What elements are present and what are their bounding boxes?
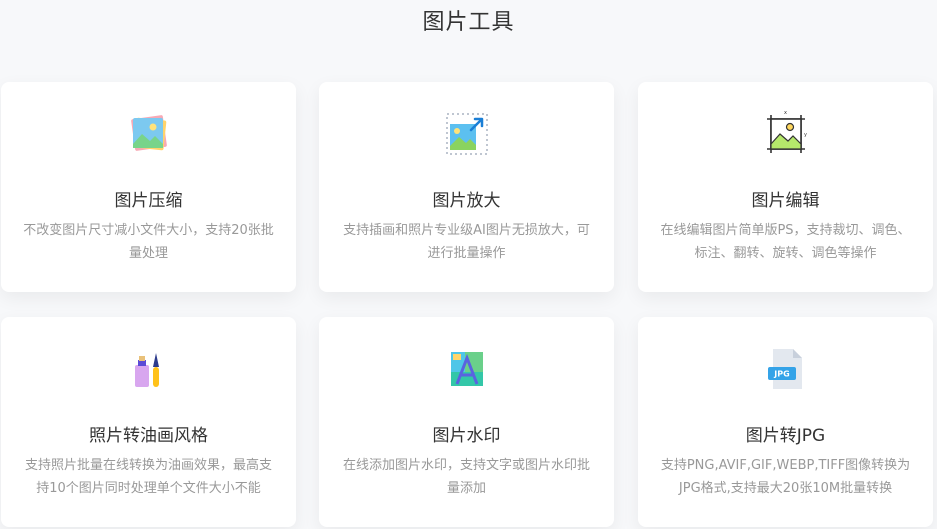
tool-title: 照片转油画风格 xyxy=(89,426,208,446)
tool-description: 支持照片批量在线转换为油画效果，最高支持10个图片同时处理单个文件大小不能 xyxy=(24,458,272,496)
tool-description: 支持PNG,AVIF,GIF,WEBP,TIFF图像转换为JPG格式,支持最大2… xyxy=(660,458,911,496)
tool-description: 在线编辑图片简单版PS，支持裁切、调色、标注、翻转、旋转、调色等操作 xyxy=(660,223,911,261)
jpg-file-icon: JPG xyxy=(767,349,802,389)
tool-description: 不改变图片尺寸减小文件大小，支持20张批量处理 xyxy=(23,223,274,261)
tool-card-image-edit[interactable]: x y 图片编辑 在线编辑图片简单版PS，支持裁切、调色、标注、翻转、旋转、调色… xyxy=(638,82,933,292)
image-enlarge-icon xyxy=(445,113,488,155)
jpg-badge-text: JPG xyxy=(773,370,789,379)
page-title: 图片工具 xyxy=(422,10,515,35)
tool-description: 在线添加图片水印，支持文字或图片水印批量添加 xyxy=(342,458,590,496)
tool-title: 图片压缩 xyxy=(114,191,183,211)
tool-title: 图片水印 xyxy=(432,426,501,446)
tool-title: 图片转JPG xyxy=(745,426,826,446)
tool-card-image-compress[interactable]: 图片压缩 不改变图片尺寸减小文件大小，支持20张批量处理 xyxy=(1,82,296,292)
svg-text:x: x xyxy=(784,110,787,116)
image-compress-icon xyxy=(130,115,167,151)
paint-brush-icon xyxy=(134,353,159,387)
tool-card-oil-painting[interactable]: 照片转油画风格 支持照片批量在线转换为油画效果，最高支持10个图片同时处理单个文… xyxy=(1,317,296,527)
tool-card-image-to-jpg[interactable]: JPG 图片转JPG 支持PNG,AVIF,GIF,WEBP,TIFF图像转换为… xyxy=(638,317,933,527)
tool-title: 图片编辑 xyxy=(751,191,820,211)
tool-card-image-watermark[interactable]: 图片水印 在线添加图片水印，支持文字或图片水印批量添加 xyxy=(319,317,614,527)
image-watermark-icon xyxy=(450,352,483,386)
svg-text:y: y xyxy=(804,132,807,138)
image-edit-icon: x y xyxy=(766,110,807,153)
tool-description: 支持插画和照片专业级AI图片无损放大，可进行批量操作 xyxy=(343,223,590,261)
tool-title: 图片放大 xyxy=(432,191,501,211)
tool-card-image-enlarge[interactable]: 图片放大 支持插画和照片专业级AI图片无损放大，可进行批量操作 xyxy=(319,82,614,292)
